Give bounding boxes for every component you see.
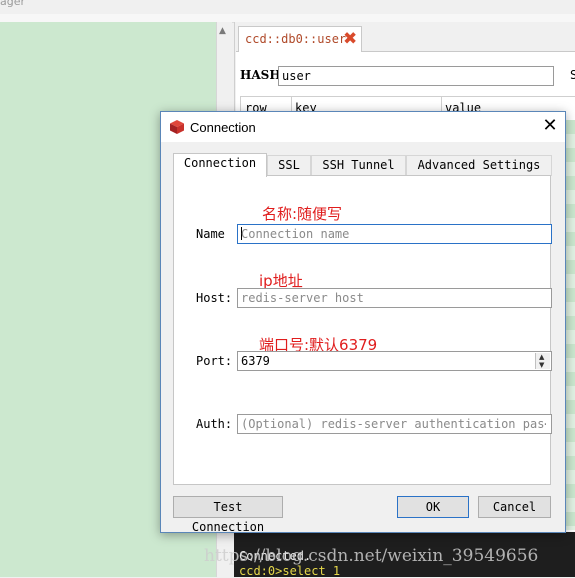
ttl-label-cut: S (570, 68, 575, 82)
host-placeholder: redis-server host (241, 291, 364, 305)
tab-key-user[interactable]: ccd::db0::user ✖ (238, 26, 362, 52)
connection-form: 名称:随便写 Name Connection name ip地址 Host: r… (173, 175, 552, 485)
auth-label: Auth: (196, 417, 233, 431)
spin-up-icon[interactable]: ▲ (539, 353, 544, 361)
watermark: https://blog.csdn.net/weixin_39549656 (204, 546, 539, 566)
host-input[interactable]: redis-server host (237, 288, 552, 308)
tab-ssl[interactable]: SSL (267, 155, 311, 176)
tab-close-icon[interactable]: ✖ (343, 29, 357, 49)
cancel-button[interactable]: Cancel (478, 496, 551, 518)
test-connection-button[interactable]: Test Connection (173, 496, 283, 534)
name-input[interactable]: Connection name (237, 224, 552, 244)
dialog-title: Connection (190, 120, 256, 135)
tab-key-label: ccd::db0::user (245, 32, 347, 46)
redis-logo-icon (170, 120, 184, 134)
dialog-title-bar[interactable]: Connection ✕ (161, 112, 565, 142)
host-label: Host: (196, 291, 233, 305)
key-name-value: user (282, 69, 311, 83)
app-title: ager (0, 0, 26, 8)
port-label: Port: (196, 354, 233, 368)
tab-connection[interactable]: Connection (173, 153, 267, 177)
console-line-command: ccd:0>select 1 (239, 564, 341, 578)
port-stepper[interactable]: ▲ ▼ (535, 353, 550, 369)
auth-placeholder: (Optional) redis-server authentication p… (241, 417, 546, 431)
name-label: Name (196, 227, 225, 241)
name-placeholder: Connection name (241, 227, 350, 241)
ok-button[interactable]: OK (397, 496, 469, 518)
port-input[interactable]: 6379 ▲ ▼ (237, 351, 552, 371)
auth-input[interactable]: (Optional) redis-server authentication p… (237, 414, 552, 434)
name-annotation: 名称:随便写 (262, 205, 343, 223)
key-name-field[interactable]: user (278, 66, 554, 86)
window-title-bar: ager (0, 0, 575, 14)
tab-advanced-settings[interactable]: Advanced Settings (406, 155, 552, 176)
tab-ssh-tunnel[interactable]: SSH Tunnel (311, 155, 406, 176)
scroll-up-icon[interactable]: ▲ (219, 26, 226, 36)
close-icon[interactable]: ✕ (539, 115, 561, 137)
port-value: 6379 (241, 354, 270, 368)
spin-down-icon[interactable]: ▼ (539, 361, 544, 369)
connection-dialog: Connection ✕ Connection SSL SSH Tunnel A… (160, 111, 566, 534)
